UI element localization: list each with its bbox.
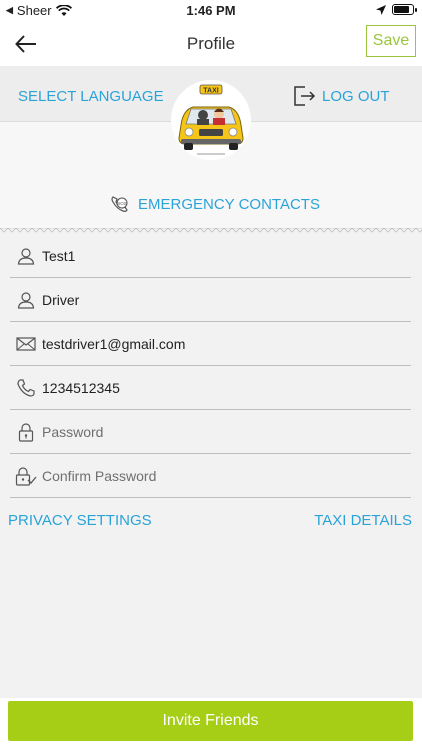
bottom-bar: Invite Friends xyxy=(0,698,422,750)
taxi-details-link[interactable]: TAXI DETAILS xyxy=(314,512,412,529)
emergency-contacts-link[interactable]: SOS EMERGENCY CONTACTS xyxy=(110,194,320,214)
status-bar: ◀ Sheer 1:46 PM xyxy=(0,0,422,22)
email-input[interactable] xyxy=(42,335,382,352)
log-out-icon xyxy=(294,86,316,106)
confirm-password-field xyxy=(10,454,411,498)
log-out-link[interactable]: LOG OUT xyxy=(292,84,390,108)
avatar[interactable]: TAXI xyxy=(171,80,251,160)
status-time: 1:46 PM xyxy=(186,3,236,18)
taxi-driver-icon: TAXI xyxy=(171,80,251,160)
profile-header: SELECT LANGUAGE TAXI LOG OUT SOS EMERGEN… xyxy=(0,66,422,230)
last-name-input[interactable] xyxy=(42,291,382,308)
emergency-contacts-label: EMERGENCY CONTACTS xyxy=(138,195,320,213)
password-input[interactable] xyxy=(42,423,382,440)
user-icon xyxy=(14,244,38,268)
envelope-icon xyxy=(14,332,38,356)
email-field xyxy=(10,322,411,366)
lock-check-icon xyxy=(14,464,38,488)
last-name-field xyxy=(10,278,411,322)
sos-phone-icon: SOS xyxy=(111,196,128,212)
save-button[interactable]: Save xyxy=(366,25,416,57)
phone-icon xyxy=(14,376,38,400)
select-language-link[interactable]: SELECT LANGUAGE xyxy=(18,88,164,105)
user-icon xyxy=(14,288,38,312)
phone-input[interactable] xyxy=(42,379,382,396)
phone-field xyxy=(10,366,411,410)
nav-bar: Profile Save xyxy=(0,22,422,66)
password-field xyxy=(10,410,411,454)
invite-friends-button[interactable]: Invite Friends xyxy=(8,701,413,741)
status-right xyxy=(376,4,417,15)
svg-text:SOS: SOS xyxy=(117,201,127,206)
svg-text:TAXI: TAXI xyxy=(203,88,218,95)
lock-icon xyxy=(14,420,38,444)
location-arrow-icon xyxy=(376,4,386,15)
first-name-field xyxy=(10,234,411,278)
page-title: Profile xyxy=(186,34,236,53)
log-out-label: LOG OUT xyxy=(322,87,390,105)
privacy-settings-link[interactable]: PRIVACY SETTINGS xyxy=(8,512,152,529)
content-background xyxy=(0,500,422,698)
first-name-input[interactable] xyxy=(42,247,382,264)
confirm-password-input[interactable] xyxy=(42,467,382,484)
battery-icon xyxy=(392,4,417,15)
